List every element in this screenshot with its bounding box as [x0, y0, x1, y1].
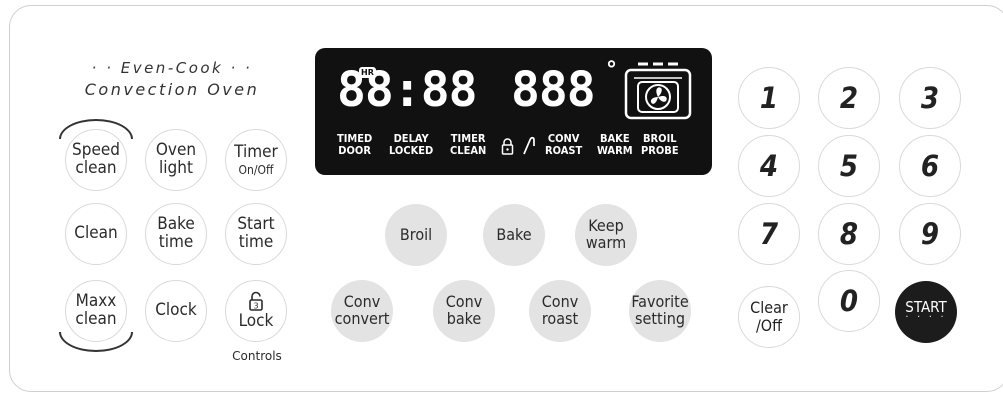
lock-button[interactable]: 3 Lock — [225, 280, 287, 342]
bake-warm-line-2: WARM — [597, 143, 633, 157]
degree-symbol: ° — [606, 58, 617, 83]
lock-indicator-icon — [501, 138, 514, 159]
keypad-1-label: 1 — [759, 80, 779, 115]
temperature-digits: 888 — [511, 62, 596, 118]
timed-door-indicator: TIMED DOOR — [337, 133, 372, 156]
clear-off-label-1: Clear — [750, 298, 788, 318]
timer-clean-indicator: TIMER CLEAN — [450, 133, 486, 156]
conv-roast-label-2: roast — [541, 309, 579, 328]
conv-roast-line-1: CONV — [547, 132, 580, 145]
oven-light-label-2: light — [159, 158, 193, 178]
keypad-7-button[interactable]: 7 — [738, 203, 800, 265]
keypad-1-button[interactable]: 1 — [738, 67, 800, 129]
conv-roast-line-2: ROAST — [545, 143, 583, 157]
conv-roast-indicator: CONV ROAST — [545, 133, 582, 156]
timer-button[interactable]: Timer On/Off — [225, 129, 287, 191]
start-time-label-2: time — [238, 232, 274, 252]
clean-label: Clean — [74, 223, 118, 244]
conv-convert-label-2: convert — [334, 309, 390, 328]
clear-off-button[interactable]: Clear /Off — [738, 286, 800, 348]
brand-line-1: · · Even-Cook · · — [91, 59, 253, 77]
keypad-7-label: 7 — [759, 216, 779, 251]
clock-label: Clock — [155, 300, 197, 321]
bake-label: Bake — [496, 224, 532, 244]
probe-indicator-icon — [522, 135, 536, 159]
broil-probe-indicator: BROIL PROBE — [641, 133, 679, 156]
start-button[interactable]: START · · · · — [895, 281, 957, 343]
clock-button[interactable]: Clock — [145, 280, 207, 342]
keypad-0-label: 0 — [839, 283, 859, 318]
broil-probe-line-2: PROBE — [641, 143, 679, 157]
speed-clean-button[interactable]: Speed clean — [65, 129, 127, 191]
timer-label-1: Timer — [234, 141, 278, 162]
conv-convert-button[interactable]: Conv convert — [331, 280, 393, 342]
delay-locked-indicator: DELAY LOCKED — [389, 133, 433, 156]
timed-door-line-2: DOOR — [338, 143, 371, 157]
oven-fan-icon — [624, 60, 692, 120]
keypad-8-button[interactable]: 8 — [818, 203, 880, 265]
brand-line-2: Convection Oven — [84, 80, 260, 99]
bake-warm-indicator: BAKE WARM — [597, 133, 633, 156]
keypad-5-label: 5 — [839, 148, 859, 183]
broil-probe-line-1: BROIL — [643, 132, 677, 145]
start-time-button[interactable]: Start time — [225, 203, 287, 265]
keypad-5-button[interactable]: 5 — [818, 135, 880, 197]
hr-badge: HR — [359, 67, 376, 78]
clean-button[interactable]: Clean — [65, 203, 127, 265]
keypad-0-button[interactable]: 0 — [818, 270, 880, 332]
keypad-9-button[interactable]: 9 — [899, 203, 961, 265]
clock-digits: 88:88 — [337, 62, 477, 118]
keypad-6-button[interactable]: 6 — [899, 135, 961, 197]
broil-label: Broil — [399, 224, 433, 244]
favorite-setting-button[interactable]: Favorite setting — [629, 280, 691, 342]
keypad-3-label: 3 — [920, 80, 940, 115]
keep-warm-button[interactable]: Keep warm — [575, 204, 637, 266]
conv-roast-button[interactable]: Conv roast — [529, 280, 591, 342]
keypad-6-label: 6 — [920, 148, 940, 183]
clear-off-label-2: /Off — [755, 316, 783, 335]
conv-bake-label-2: bake — [446, 309, 482, 328]
keypad-2-label: 2 — [839, 80, 859, 115]
speed-clean-label-2: clean — [75, 158, 117, 178]
timed-door-line-1: TIMED — [337, 132, 373, 145]
broil-button[interactable]: Broil — [385, 204, 447, 266]
oven-light-button[interactable]: Oven light — [145, 129, 207, 191]
keep-warm-label-2: warm — [585, 233, 627, 252]
keypad-9-label: 9 — [920, 216, 940, 251]
maxx-clean-label-2: clean — [75, 309, 117, 329]
controls-label: Controls — [232, 349, 282, 363]
bake-button[interactable]: Bake — [483, 204, 545, 266]
timer-clean-line-2: CLEAN — [450, 143, 487, 157]
lock-icon-digit: 3 — [253, 302, 258, 311]
bake-time-button[interactable]: Bake time — [145, 203, 207, 265]
delay-locked-line-2: LOCKED — [389, 143, 434, 157]
timer-label-2: On/Off — [238, 162, 274, 177]
keypad-8-label: 8 — [839, 216, 859, 251]
keypad-2-button[interactable]: 2 — [818, 67, 880, 129]
bake-time-label-2: time — [158, 232, 194, 252]
keypad-4-button[interactable]: 4 — [738, 135, 800, 197]
delay-locked-line-1: DELAY — [393, 132, 429, 145]
keypad-3-button[interactable]: 3 — [899, 67, 961, 129]
lock-label: Lock — [238, 311, 274, 332]
lock-icon: 3 — [248, 291, 264, 311]
bake-warm-line-1: BAKE — [599, 132, 630, 145]
start-dots: · · · · — [905, 312, 947, 324]
conv-bake-button[interactable]: Conv bake — [433, 280, 495, 342]
oven-display: 88:88 HR 888 ° TIMED DOOR DELAY LOCKED T… — [315, 48, 712, 175]
timer-clean-line-1: TIMER — [450, 132, 486, 145]
favorite-setting-label-2: setting — [635, 309, 685, 328]
keypad-4-label: 4 — [759, 148, 779, 183]
